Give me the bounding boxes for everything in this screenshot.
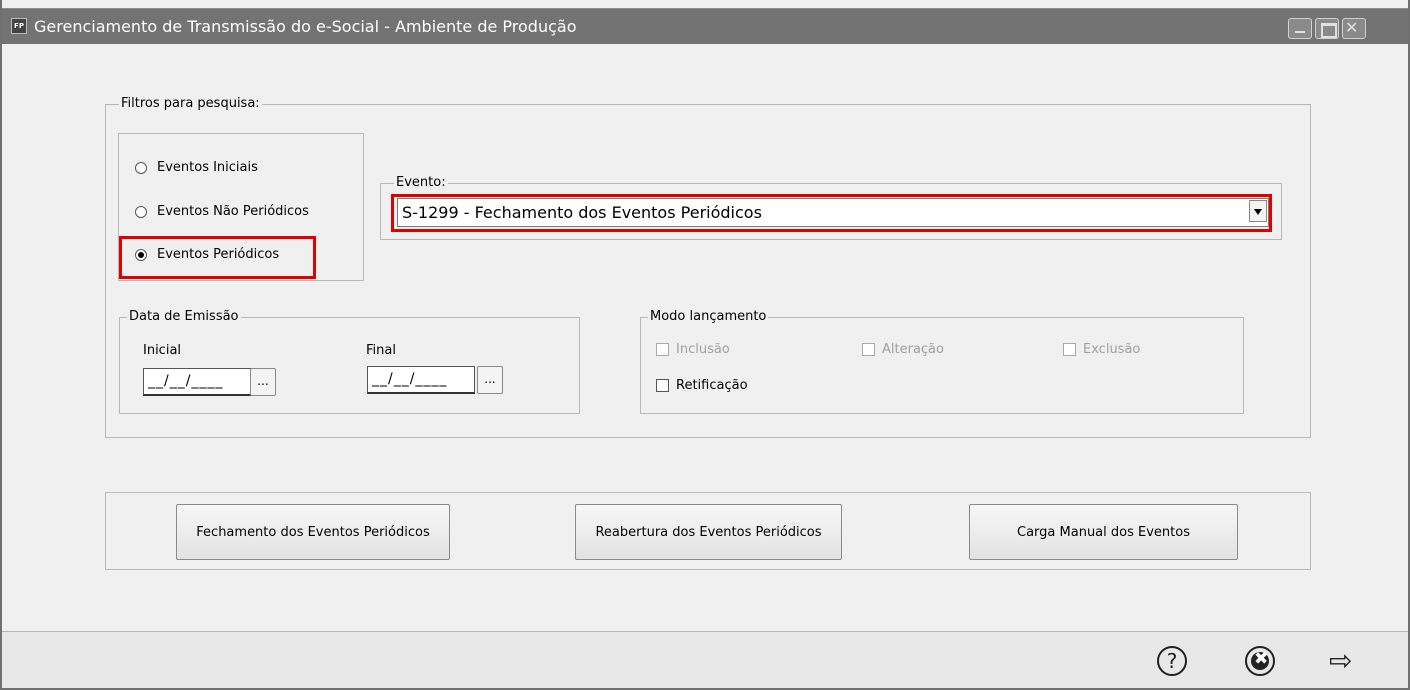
inicial-label: Inicial (143, 343, 182, 358)
data-final-input[interactable]: __/__/____ (367, 366, 475, 394)
highlight-box-radio (119, 236, 316, 279)
checkbox-label: Alteração (882, 342, 944, 357)
fechamento-button[interactable]: Fechamento dos Eventos Periódicos (176, 504, 450, 560)
date-mask: __/__/____ (148, 373, 224, 389)
app-icon: FP (11, 18, 27, 34)
final-label: Final (366, 343, 396, 358)
highlight-box-evento (391, 194, 1272, 232)
close-icon: ✕ (1345, 18, 1359, 37)
date-mask: __/__/____ (372, 371, 448, 387)
checkbox-label: Retificação (676, 378, 748, 393)
minimize-button[interactable] (1288, 18, 1312, 39)
data-emissao-label: Data de Emissão (127, 309, 241, 324)
radio-button[interactable] (135, 161, 147, 174)
checkbox-inclusao[interactable]: Inclusão (656, 342, 730, 357)
reabertura-button[interactable]: Reabertura dos Eventos Periódicos (575, 504, 842, 560)
data-emissao-group (119, 317, 580, 414)
app-window: FP Gerenciamento de Transmissão do e-Soc… (0, 0, 1410, 690)
filters-group-label: Filtros para pesquisa: (119, 96, 262, 111)
carga-manual-button[interactable]: Carga Manual dos Eventos (969, 504, 1238, 560)
modo-lancamento-label: Modo lançamento (648, 309, 769, 324)
date-picker-button[interactable]: ... (250, 368, 276, 396)
checkbox-alteracao[interactable]: Alteração (862, 342, 944, 357)
checkbox[interactable] (656, 343, 669, 356)
checkbox[interactable] (1063, 343, 1076, 356)
checkbox-label: Inclusão (676, 342, 730, 357)
close-button[interactable]: ✕ (1342, 18, 1366, 39)
cancel-icon[interactable]: ✖ (1245, 646, 1275, 676)
radio-label: Eventos Não Periódicos (157, 204, 309, 219)
radio-label: Eventos Iniciais (157, 160, 258, 175)
radio-button[interactable] (135, 205, 147, 218)
title-bar[interactable]: FP Gerenciamento de Transmissão do e-Soc… (2, 8, 1408, 44)
checkbox-retificacao[interactable]: Retificação (656, 378, 748, 393)
checkbox-exclusao[interactable]: Exclusão (1063, 342, 1140, 357)
date-picker-button[interactable]: ... (477, 366, 503, 394)
checkbox-label: Exclusão (1083, 342, 1141, 357)
arrow-right-icon[interactable]: ⇨ (1329, 644, 1352, 677)
data-inicial-input[interactable]: __/__/____ (143, 368, 251, 396)
help-icon[interactable]: ? (1157, 646, 1187, 676)
checkbox[interactable] (656, 379, 669, 392)
checkbox[interactable] (862, 343, 875, 356)
evento-label: Evento: (394, 175, 448, 190)
window-title: Gerenciamento de Transmissão do e-Social… (34, 17, 577, 36)
modo-lancamento-group (640, 317, 1244, 414)
cancel-x-glyph: ✖ (1254, 649, 1269, 669)
radio-eventos-iniciais[interactable]: Eventos Iniciais (135, 160, 258, 175)
radio-eventos-nao-periodicos[interactable]: Eventos Não Periódicos (135, 204, 309, 219)
footer-bar: ? ✖ ⇨ (2, 631, 1408, 688)
maximize-button[interactable] (1315, 18, 1339, 39)
